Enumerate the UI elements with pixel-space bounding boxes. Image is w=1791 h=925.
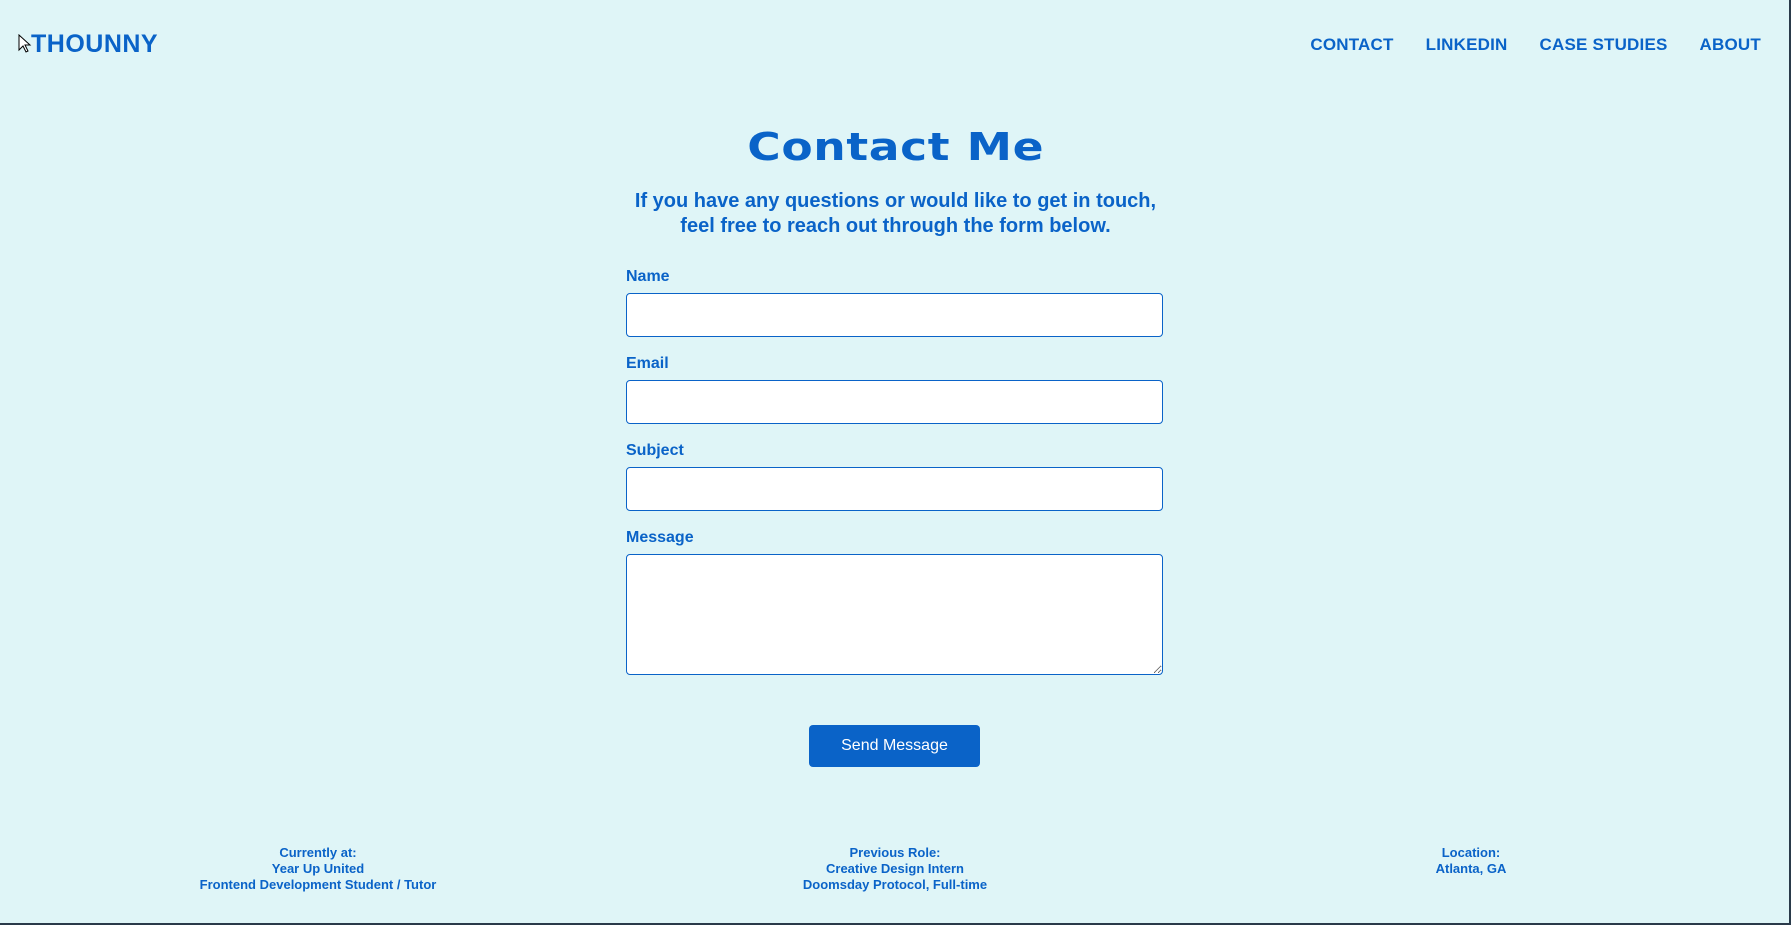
message-label: Message [626,529,694,546]
mouse-pointer-icon [18,34,32,53]
site-logo[interactable]: THOUNNY [31,30,158,59]
footer-previous-org: Doomsday Protocol, Full-time [802,877,988,892]
name-label: Name [626,268,670,285]
main-nav: CONTACT LINKEDIN CASE STUDIES ABOUT [1310,35,1761,55]
name-input[interactable] [626,293,1163,337]
subject-field-group: Subject [626,442,1163,511]
message-textarea[interactable] [626,554,1163,675]
nav-case-studies[interactable]: CASE STUDIES [1540,35,1668,55]
footer-location-value: Atlanta, GA [1435,861,1507,876]
footer-location-heading: Location: [1441,845,1501,860]
send-message-button[interactable]: Send Message [809,725,980,767]
footer-previous-role-title: Creative Design Intern [826,861,964,876]
footer-previous-heading: Previous Role: [849,845,941,860]
nav-linkedin[interactable]: LINKEDIN [1426,35,1508,55]
email-label: Email [626,355,669,372]
footer-previous-role: Previous Role: Creative Design Intern Do… [803,845,987,893]
subject-label: Subject [626,442,684,459]
contact-hero: Contact Me If you have any questions or … [0,125,1791,239]
page-title: Contact Me [747,125,1044,169]
footer-current-role: Frontend Development Student / Tutor [199,877,437,892]
footer-current-heading: Currently at: [279,845,357,860]
message-field-group: Message [626,529,1163,675]
nav-contact[interactable]: CONTACT [1310,35,1393,55]
email-field-group: Email [626,355,1163,424]
email-input[interactable] [626,380,1163,424]
nav-about[interactable]: ABOUT [1700,35,1761,55]
footer-location: Location: Atlanta, GA [1436,845,1507,877]
name-field-group: Name [626,268,1163,337]
subject-input[interactable] [626,467,1163,511]
footer-current-org: Year Up United [271,861,365,876]
page-subtitle: If you have any questions or would like … [634,190,1157,237]
footer-current-position: Currently at: Year Up United Frontend De… [200,845,437,893]
contact-form: Name Email Subject Message [626,268,1163,693]
